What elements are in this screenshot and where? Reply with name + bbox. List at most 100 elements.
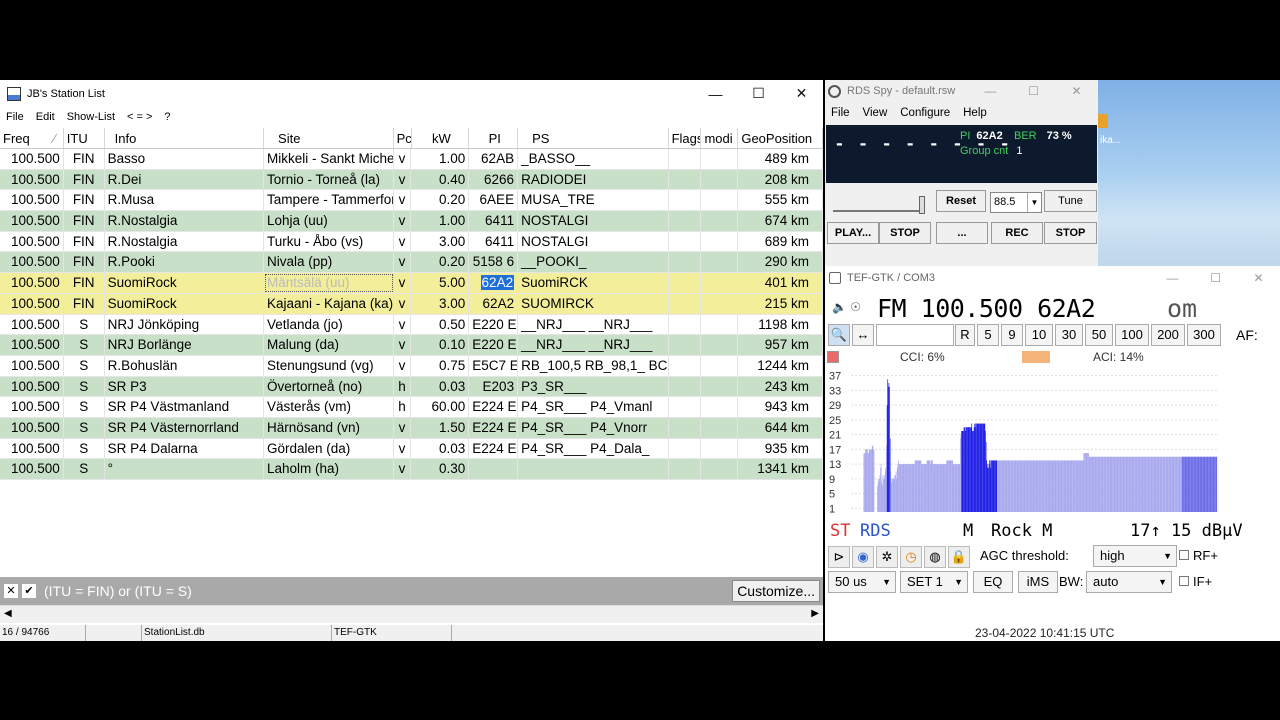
cell-info[interactable]: R.Nostalgia <box>105 231 264 252</box>
cell-pol[interactable]: v <box>394 335 412 355</box>
cell-modi[interactable] <box>701 397 739 417</box>
cell-geo[interactable]: 1198 km <box>738 314 823 335</box>
play-button[interactable]: PLAY... <box>827 222 879 244</box>
bandwidth-select[interactable]: auto ▼ <box>1086 571 1172 593</box>
col-header-modi[interactable]: modi <box>701 128 739 148</box>
volume-slider[interactable] <box>833 196 925 214</box>
step-button-200[interactable]: 200 <box>1151 324 1185 346</box>
cell-geo[interactable]: 208 km <box>738 169 823 190</box>
cell-itu[interactable]: FIN <box>64 273 105 293</box>
cell-pol[interactable]: v <box>394 252 412 273</box>
step-button-30[interactable]: 30 <box>1055 324 1083 346</box>
cell-info[interactable]: SR P4 Västmanland <box>105 397 264 417</box>
cell-freq[interactable]: 100.500 <box>0 252 64 273</box>
cell-pi[interactable]: 62A2 <box>469 273 519 293</box>
cell-geo[interactable]: 1244 km <box>738 355 823 376</box>
cell-freq[interactable]: 100.500 <box>0 293 64 314</box>
minimize-button[interactable]: — <box>969 80 1012 102</box>
cell-pi[interactable]: 5158 6 <box>469 252 519 273</box>
cell-itu[interactable]: FIN <box>64 211 105 231</box>
cell-flags[interactable] <box>669 335 702 355</box>
cell-site[interactable]: Härnösand (vn) <box>264 417 394 438</box>
table-row[interactable]: 100.500 S NRJ Jönköping Vetlanda (jo) v 0.50 E… <box>0 314 823 336</box>
scroll-left-icon[interactable]: ◀ <box>4 608 12 619</box>
step-button-100[interactable]: 100 <box>1115 324 1149 346</box>
cell-modi[interactable] <box>701 169 739 190</box>
filter-expression[interactable]: (ITU = FIN) or (ITU = S) <box>44 583 192 599</box>
cell-pol[interactable]: v <box>394 355 412 376</box>
cell-kw[interactable]: 0.03 <box>411 438 470 459</box>
rds-menu-configure[interactable]: Configure <box>900 107 950 119</box>
cell-geo[interactable]: 1341 km <box>738 459 823 479</box>
col-header-itu[interactable]: ITU <box>64 128 105 148</box>
step-button-9[interactable]: 9 <box>1001 324 1023 346</box>
cell-modi[interactable] <box>701 273 739 293</box>
cell-pi[interactable]: 62A2 <box>469 293 519 314</box>
horizontal-scrollbar[interactable]: ◀ ▶ <box>0 605 823 623</box>
cell-ps[interactable]: SUOMIRCK <box>518 293 669 314</box>
cell-itu[interactable]: S <box>64 335 105 355</box>
close-button[interactable]: ✕ <box>1055 80 1098 102</box>
cell-info[interactable]: SuomiRock <box>105 273 264 293</box>
minimize-button[interactable]: — <box>694 80 737 107</box>
cell-geo[interactable]: 943 km <box>738 397 823 417</box>
rds-spy-titlebar[interactable]: RDS Spy - default.rsw — ☐ ✕ <box>825 80 1098 102</box>
table-row[interactable]: 100.500 S R.Bohuslän Stenungsund (vg) v 0.75 E… <box>0 355 823 377</box>
rds-menu-file[interactable]: File <box>831 107 850 119</box>
cell-pi[interactable]: E224 E <box>469 438 519 459</box>
cell-geo[interactable]: 689 km <box>738 231 823 252</box>
cell-pol[interactable]: h <box>394 397 412 417</box>
cell-pi[interactable] <box>469 459 519 479</box>
cell-site[interactable]: Kajaani - Kajana (ka) <box>264 293 394 314</box>
step-button-5[interactable]: 5 <box>977 324 999 346</box>
stop-rec-button[interactable]: STOP <box>1044 222 1097 244</box>
cell-info[interactable]: SuomiRock <box>105 293 264 314</box>
cell-freq[interactable]: 100.500 <box>0 335 64 355</box>
cell-site[interactable]: Västerås (vm) <box>264 397 394 417</box>
cell-pol[interactable]: v <box>394 231 412 252</box>
cell-modi[interactable] <box>701 314 739 335</box>
cell-info[interactable]: R.Dei <box>105 169 264 190</box>
cell-flags[interactable] <box>669 211 702 231</box>
desktop-file-icon[interactable] <box>1098 114 1108 128</box>
cell-ps[interactable] <box>518 459 669 479</box>
cell-itu[interactable]: FIN <box>64 190 105 211</box>
cell-pol[interactable]: v <box>394 190 412 211</box>
cell-geo[interactable]: 243 km <box>738 376 823 397</box>
cell-modi[interactable] <box>701 231 739 252</box>
cell-info[interactable]: SR P4 Västernorrland <box>105 417 264 438</box>
cell-freq[interactable]: 100.500 <box>0 438 64 459</box>
filter-enable-checkbox[interactable]: ✔ <box>22 584 36 598</box>
cell-kw[interactable]: 3.00 <box>411 231 470 252</box>
cell-ps[interactable]: NOSTALGI <box>518 231 669 252</box>
cell-geo[interactable]: 644 km <box>738 417 823 438</box>
cell-freq[interactable]: 100.500 <box>0 231 64 252</box>
cell-site[interactable]: Tampere - Tammerfors <box>264 190 394 211</box>
cell-freq[interactable]: 100.500 <box>0 273 64 293</box>
cell-kw[interactable]: 5.00 <box>411 273 470 293</box>
cell-site[interactable]: Malung (da) <box>264 335 394 355</box>
cell-pol[interactable]: v <box>394 314 412 335</box>
rf-plus-checkbox[interactable]: RF+ <box>1179 548 1218 563</box>
cell-pol[interactable]: v <box>394 438 412 459</box>
cell-ps[interactable]: P4_SR___ P4_Vmanl <box>518 397 669 417</box>
close-button[interactable]: ✕ <box>780 80 823 107</box>
cell-itu[interactable]: S <box>64 459 105 479</box>
rec-button[interactable]: REC <box>991 222 1043 244</box>
cell-modi[interactable] <box>701 438 739 459</box>
clock-icon[interactable]: ◷ <box>900 546 922 568</box>
cell-kw[interactable]: 0.10 <box>411 335 470 355</box>
cell-kw[interactable]: 0.03 <box>411 376 470 397</box>
agc-select[interactable]: high ▼ <box>1093 545 1177 567</box>
cell-info[interactable]: R.Nostalgia <box>105 211 264 231</box>
col-header-info[interactable]: Info <box>105 128 265 148</box>
cell-flags[interactable] <box>669 252 702 273</box>
cell-itu[interactable]: FIN <box>64 252 105 273</box>
cell-modi[interactable] <box>701 335 739 355</box>
cell-info[interactable]: R.Musa <box>105 190 264 211</box>
cell-kw[interactable]: 0.50 <box>411 314 470 335</box>
table-row[interactable]: 100.500 FIN R.Nostalgia Lohja (uu) v 1.00 6411… <box>0 211 823 232</box>
cell-ps[interactable]: P4_SR___ P4_Dala_ <box>518 438 669 459</box>
table-row[interactable]: 100.500 S NRJ Borlänge Malung (da) v 0.10 E220… <box>0 335 823 356</box>
cell-pi[interactable]: E220 E <box>469 335 519 355</box>
